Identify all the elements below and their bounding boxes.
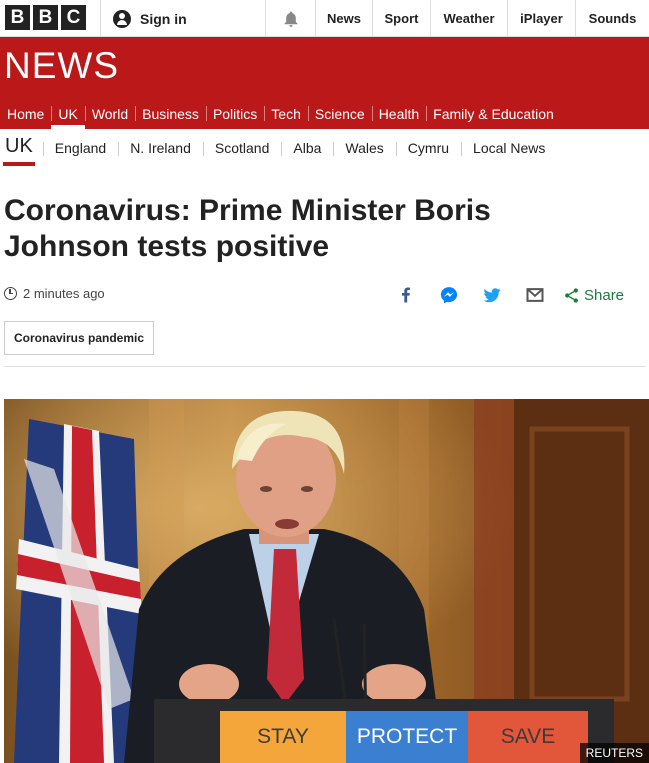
top-nav: News Sport Weather iPlayer Sounds: [315, 0, 649, 37]
bell-icon: [284, 11, 297, 27]
twitter-icon: [483, 288, 501, 303]
share-email-button[interactable]: [523, 283, 547, 307]
share-messenger-button[interactable]: [437, 283, 461, 307]
section-tech[interactable]: Tech: [264, 98, 308, 129]
subnav-current-uk[interactable]: UK: [0, 130, 38, 166]
subnav-wales[interactable]: Wales: [333, 140, 395, 156]
share-tools: Share: [394, 283, 624, 307]
share-icon: [565, 287, 578, 303]
notifications-button[interactable]: [265, 0, 315, 37]
lead-image-illustration: [4, 399, 649, 763]
section-world[interactable]: World: [84, 98, 135, 129]
clock-icon: [4, 287, 17, 300]
podium-sign-save: SAVE: [468, 711, 588, 763]
masthead: B B C Sign in News Sport Weather iPlayer…: [0, 0, 649, 37]
bbc-logo[interactable]: B B C: [5, 5, 86, 30]
news-banner: NEWS Home UK World Business Politics Tec…: [0, 37, 649, 129]
section-home[interactable]: Home: [0, 98, 51, 129]
subnav-local-news[interactable]: Local News: [461, 140, 557, 156]
messenger-icon: [440, 287, 458, 304]
section-science[interactable]: Science: [307, 98, 372, 129]
subnav-n-ireland[interactable]: N. Ireland: [118, 140, 203, 156]
section-uk[interactable]: UK: [51, 98, 86, 129]
podium-sign-stay: STAY: [220, 711, 346, 763]
lead-image: STAY PROTECT SAVE REUTERS: [4, 399, 649, 763]
bbc-logo-letter: B: [5, 5, 30, 30]
section-health[interactable]: Health: [371, 98, 426, 129]
share-button[interactable]: Share: [563, 287, 624, 304]
top-nav-sport[interactable]: Sport: [372, 0, 430, 37]
section-nav: Home UK World Business Politics Tech Sci…: [0, 98, 561, 129]
podium-sign-protect: PROTECT: [346, 711, 468, 763]
facebook-icon: [402, 287, 410, 303]
news-logo[interactable]: NEWS: [4, 45, 119, 87]
subnav-england[interactable]: England: [42, 140, 118, 156]
image-credit: REUTERS: [579, 743, 649, 763]
section-business[interactable]: Business: [135, 98, 206, 129]
top-nav-sounds[interactable]: Sounds: [575, 0, 649, 37]
subnav-alba[interactable]: Alba: [281, 140, 333, 156]
email-icon: [526, 288, 544, 302]
divider: [4, 366, 646, 367]
bbc-logo-letter: B: [33, 5, 58, 30]
section-family-education[interactable]: Family & Education: [426, 98, 561, 129]
article-headline: Coronavirus: Prime Minister Boris Johnso…: [4, 194, 491, 263]
sign-in-link[interactable]: Sign in: [100, 0, 265, 37]
share-twitter-button[interactable]: [480, 283, 504, 307]
uk-subnav: UK England N. Ireland Scotland Alba Wale…: [0, 130, 649, 166]
share-facebook-button[interactable]: [394, 283, 418, 307]
share-label: Share: [584, 286, 625, 304]
user-icon: [113, 9, 131, 28]
timestamp-text: 2 minutes ago: [23, 286, 105, 301]
topic-tag[interactable]: Coronavirus pandemic: [4, 321, 155, 355]
top-nav-iplayer[interactable]: iPlayer: [507, 0, 575, 37]
subnav-scotland[interactable]: Scotland: [202, 140, 281, 156]
subnav-cymru[interactable]: Cymru: [395, 140, 461, 156]
top-nav-weather[interactable]: Weather: [430, 0, 507, 37]
top-nav-news[interactable]: News: [315, 0, 372, 37]
sign-in-label: Sign in: [140, 10, 187, 27]
section-politics[interactable]: Politics: [205, 98, 264, 129]
bbc-logo-letter: C: [61, 5, 86, 30]
article-timestamp: 2 minutes ago: [4, 286, 105, 301]
